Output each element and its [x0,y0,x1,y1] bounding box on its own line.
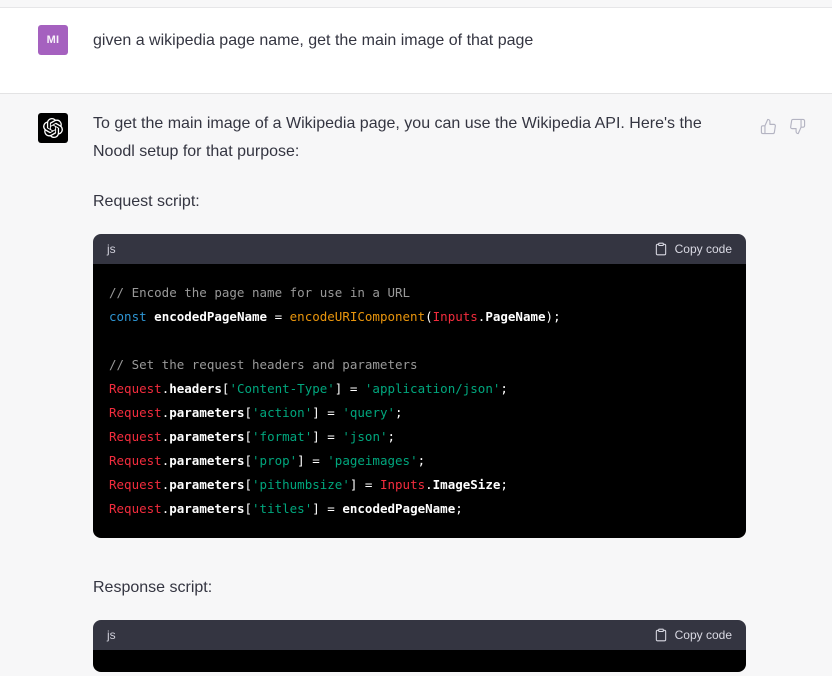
user-message: MI given a wikipedia page name, get the … [0,8,832,93]
copy-code-button[interactable]: Copy code [654,628,732,642]
copy-code-button[interactable]: Copy code [654,242,732,256]
code-language-label: js [107,628,116,642]
feedback-buttons [760,118,806,138]
previous-message-edge [0,0,832,8]
request-script-label: Request script: [93,188,748,216]
copy-code-label: Copy code [675,628,732,642]
assistant-intro-text: To get the main image of a Wikipedia pag… [93,110,738,166]
user-message-text: given a wikipedia page name, get the mai… [93,25,748,53]
copy-code-label: Copy code [675,242,732,256]
user-avatar: MI [38,25,68,55]
clipboard-icon [654,242,668,256]
clipboard-icon [654,628,668,642]
code-language-label: js [107,242,116,256]
code-header: js Copy code [93,234,746,264]
code-block-response: js Copy code [93,620,746,672]
thumbs-up-icon[interactable] [760,118,777,138]
response-script-label: Response script: [93,574,748,602]
code-content [93,650,746,672]
openai-logo-icon [38,113,68,143]
thumbs-down-icon[interactable] [789,118,806,138]
code-block-request: js Copy code // Encode the page name for… [93,234,746,538]
code-header: js Copy code [93,620,746,650]
code-content: // Encode the page name for use in a URL… [93,264,746,538]
assistant-message: To get the main image of a Wikipedia pag… [0,93,832,676]
